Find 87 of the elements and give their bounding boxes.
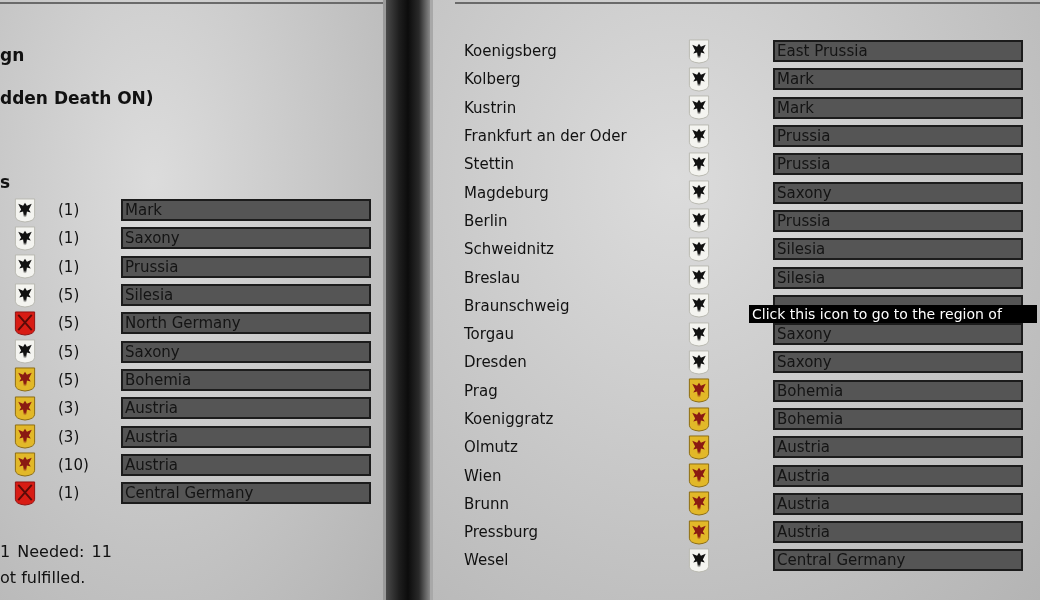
region-field: Prussia (773, 125, 1023, 148)
eagle-shield-icon[interactable] (688, 406, 710, 432)
region-field: Austria (121, 453, 371, 476)
eagle-shield-icon[interactable] (688, 151, 710, 177)
region-field: Saxony (773, 351, 1023, 374)
eagle-shield-icon[interactable] (14, 254, 36, 280)
eagle-shield-icon[interactable] (688, 236, 710, 262)
region-field: Silesia (773, 238, 1023, 261)
region-field: Saxony (773, 323, 1023, 346)
eagle-shield-icon[interactable] (688, 208, 710, 234)
region-field: Mark (773, 68, 1023, 91)
region-field: Austria (773, 436, 1023, 459)
region-field: Prussia (121, 255, 371, 278)
tooltip: Click this icon to go to the region of (749, 305, 1037, 323)
cross-shield-icon[interactable] (14, 310, 36, 336)
region-field: Bohemia (121, 368, 371, 391)
region-field: Prussia (773, 153, 1023, 176)
region-field: Saxony (773, 181, 1023, 204)
city-name: Pressburg (464, 523, 539, 542)
city-name: Koeniggratz (464, 410, 555, 428)
city-name: Dresden (464, 353, 528, 372)
count-text: (3) (58, 399, 81, 418)
eagle-shield-icon[interactable] (688, 293, 710, 319)
city-name: Kolberg (464, 70, 522, 89)
region-field: North Germany (121, 312, 371, 335)
count-text: (1) (58, 257, 81, 276)
eagle-shield-icon[interactable] (688, 548, 710, 573)
city-name: Wien (464, 466, 503, 485)
region-field: Austria (121, 425, 371, 448)
count-text: (5) (58, 342, 81, 361)
city-name: Torgau (464, 325, 515, 344)
cross-shield-icon[interactable] (14, 480, 36, 506)
eagle-shield-icon[interactable] (688, 95, 710, 121)
count-text: (1) (58, 484, 81, 503)
city-name: Wesel (464, 551, 510, 570)
region-field: Bohemia (773, 408, 1023, 430)
region-field: Austria (773, 464, 1023, 487)
city-name: Frankfurt an der Oder (464, 127, 628, 146)
eagle-shield-icon[interactable] (14, 197, 36, 223)
city-name: Magdeburg (464, 183, 550, 202)
region-field: Saxony (121, 340, 371, 363)
count-text: (5) (58, 314, 81, 333)
city-name: Olmutz (464, 438, 519, 457)
eagle-shield-icon[interactable] (688, 265, 710, 290)
region-field: Central Germany (773, 549, 1023, 572)
city-name: Breslau (464, 268, 522, 287)
city-name: Kustrin (464, 98, 518, 117)
region-field: Bohemia (773, 379, 1023, 402)
eagle-shield-icon[interactable] (14, 339, 36, 365)
status-text: ot fulfilled. (0, 568, 87, 590)
region-field: Central Germany (121, 482, 371, 505)
count-text: (5) (58, 286, 81, 305)
eagle-shield-icon[interactable] (688, 123, 710, 149)
region-field: Mark (773, 96, 1023, 119)
eagle-shield-icon[interactable] (14, 282, 36, 308)
eagle-shield-icon[interactable] (688, 180, 710, 206)
count-text: (10) (58, 455, 90, 474)
eagle-shield-icon[interactable] (688, 378, 710, 404)
region-field: Silesia (773, 266, 1023, 289)
count-text: (5) (58, 370, 81, 389)
city-name: Stettin (464, 155, 516, 174)
city-name: Berlin (464, 211, 509, 230)
region-field: Silesia (121, 284, 371, 307)
region-field: Mark (121, 199, 371, 222)
title-text: gn (0, 45, 26, 67)
region-field: Austria (773, 492, 1023, 515)
eagle-shield-icon[interactable] (688, 38, 710, 64)
eagle-shield-icon[interactable] (14, 225, 36, 251)
city-name: Brunn (464, 494, 510, 513)
eagle-shield-icon[interactable] (688, 349, 710, 375)
city-name: Schweidnitz (464, 240, 555, 259)
count-text: (1) (58, 229, 81, 248)
count-text: (1) (58, 201, 81, 220)
region-field: Austria (773, 521, 1023, 544)
eagle-shield-icon[interactable] (688, 321, 710, 347)
region-field: East Prussia (773, 40, 1023, 63)
city-name: Koenigsberg (464, 42, 558, 61)
eagle-shield-icon[interactable] (688, 66, 710, 92)
section-heading: s (0, 172, 12, 194)
region-field: Saxony (121, 227, 371, 250)
count-text: (3) (58, 427, 81, 446)
region-field: Austria (121, 397, 371, 420)
city-name: Prag (464, 381, 499, 400)
city-name: Braunschweig (464, 296, 571, 315)
region-field: Prussia (773, 209, 1023, 232)
score-text: 1 Needed: 11 (0, 542, 113, 564)
subtitle-text: dden Death ON) (0, 88, 155, 110)
